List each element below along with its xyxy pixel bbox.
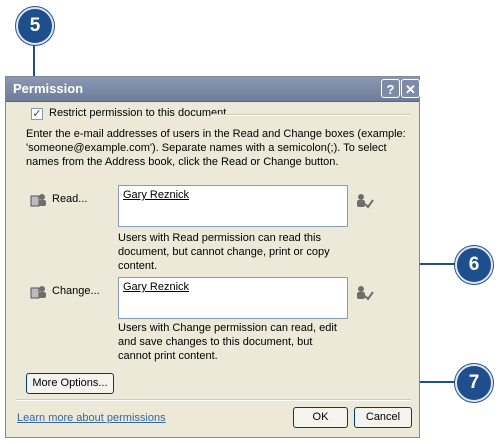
footer-divider xyxy=(16,399,411,401)
cancel-button[interactable]: Cancel xyxy=(354,407,412,428)
change-users-field[interactable]: Gary Reznick xyxy=(118,277,348,319)
restrict-permission-label[interactable]: Restrict permission to this document xyxy=(49,107,226,119)
check-names-icon[interactable] xyxy=(356,285,374,301)
read-users-field[interactable]: Gary Reznick xyxy=(118,185,348,227)
group-divider xyxy=(211,114,411,116)
dialog-title: Permission xyxy=(13,81,84,96)
restrict-permission-checkbox[interactable]: ✓ xyxy=(31,108,43,120)
close-button[interactable]: ✕ xyxy=(401,79,420,98)
read-user-name[interactable]: Gary Reznick xyxy=(123,189,189,201)
ok-button[interactable]: OK xyxy=(293,407,348,428)
change-user-name[interactable]: Gary Reznick xyxy=(123,281,189,293)
title-bar: Permission ? ✕ xyxy=(6,77,420,102)
address-book-icon[interactable] xyxy=(30,193,48,207)
change-button[interactable]: Change... xyxy=(52,285,100,297)
instructions-text: Enter the e-mail addresses of users in t… xyxy=(26,128,406,168)
read-button[interactable]: Read... xyxy=(52,193,87,205)
callout-5: 5 xyxy=(16,7,54,45)
callout-7: 7 xyxy=(455,364,493,402)
check-names-icon[interactable] xyxy=(356,193,374,209)
learn-more-link[interactable]: Learn more about permissions xyxy=(17,412,166,424)
callout-6: 6 xyxy=(455,246,493,284)
change-description: Users with Change permission can read, e… xyxy=(118,322,337,362)
help-button[interactable]: ? xyxy=(381,79,400,98)
address-book-icon[interactable] xyxy=(30,285,48,299)
more-options-button[interactable]: More Options... xyxy=(26,373,114,394)
permission-dialog: Permission ? ✕ ✓ Restrict permission to … xyxy=(5,76,420,438)
read-description: Users with Read permission can read this… xyxy=(118,232,330,272)
